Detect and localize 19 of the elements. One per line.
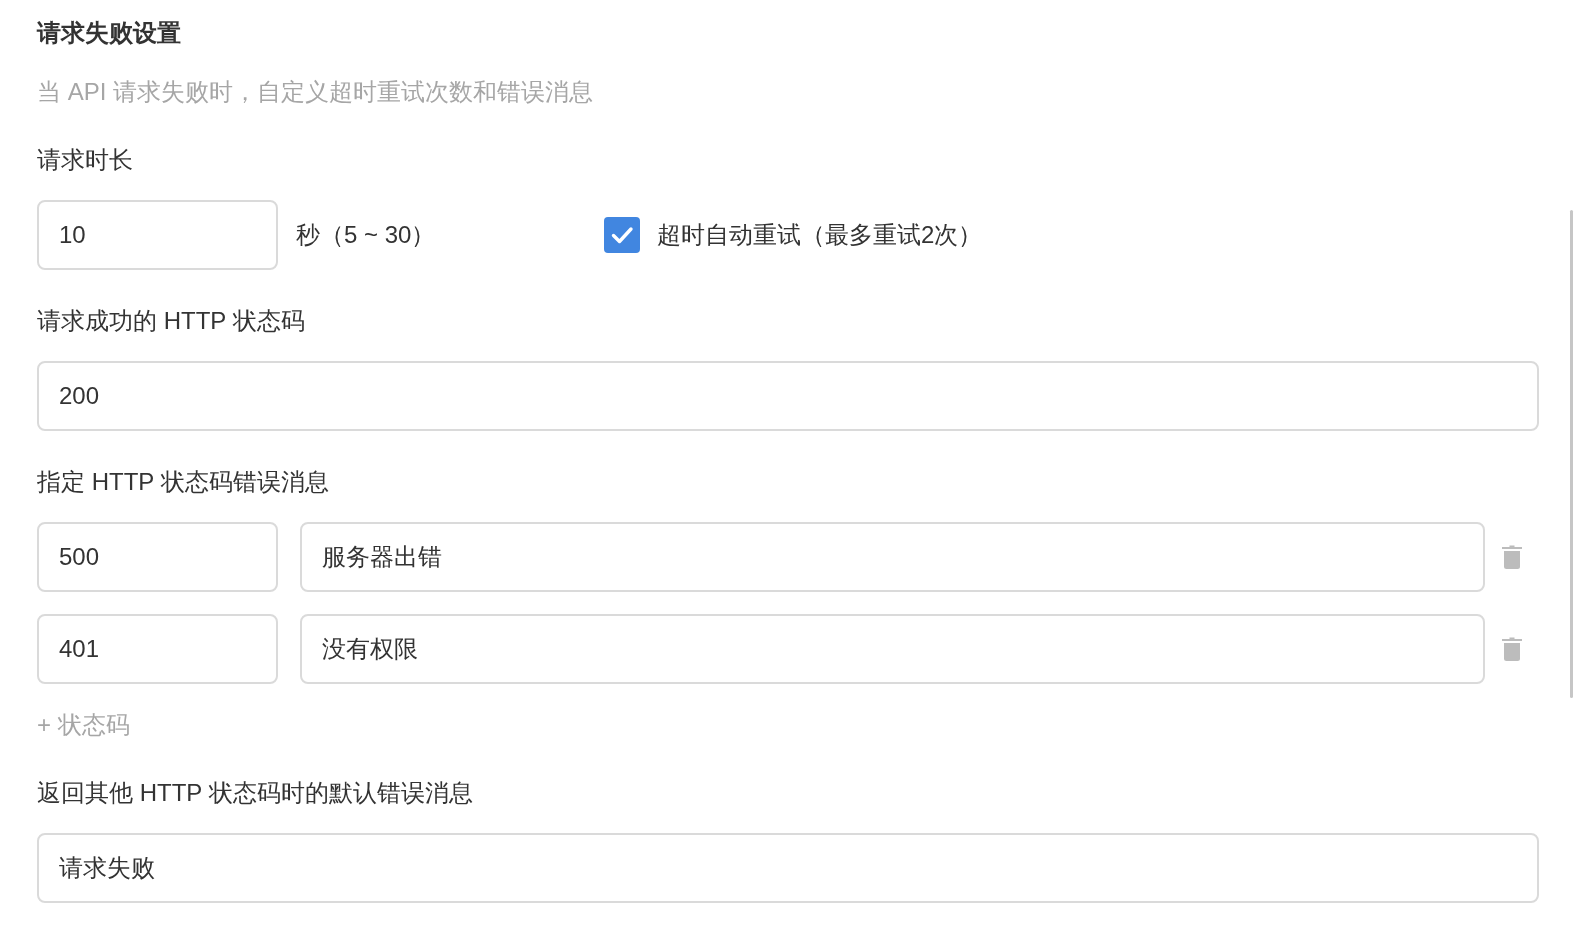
section-description: 当 API 请求失败时，自定义超时重试次数和错误消息 [37,77,594,107]
section-title: 请求失败设置 [37,18,181,48]
trash-icon[interactable] [1502,637,1522,661]
checkbox-label: 超时自动重试（最多重试2次） [657,220,983,250]
error-message-input[interactable]: 服务器出错 [300,522,1485,592]
status-code-input[interactable]: 200 [37,361,1539,431]
status-code-input[interactable]: 401 [37,614,278,684]
scrollbar-thumb[interactable] [1570,210,1573,698]
error-message-input[interactable]: 没有权限 [300,614,1485,684]
field-label: 请求时长 [37,145,133,175]
status-code-input[interactable]: 500 [37,522,278,592]
default-error-input[interactable]: 请求失败 [37,833,1539,903]
field-label: 返回其他 HTTP 状态码时的默认错误消息 [37,778,473,808]
checkbox[interactable] [604,217,640,253]
field-label: 指定 HTTP 状态码错误消息 [37,467,329,497]
field-label: 请求成功的 HTTP 状态码 [37,306,305,336]
unit-label: 秒（5 ~ 30） [296,220,436,250]
trash-icon[interactable] [1502,545,1522,569]
timeout-input[interactable]: 10 [37,200,278,270]
